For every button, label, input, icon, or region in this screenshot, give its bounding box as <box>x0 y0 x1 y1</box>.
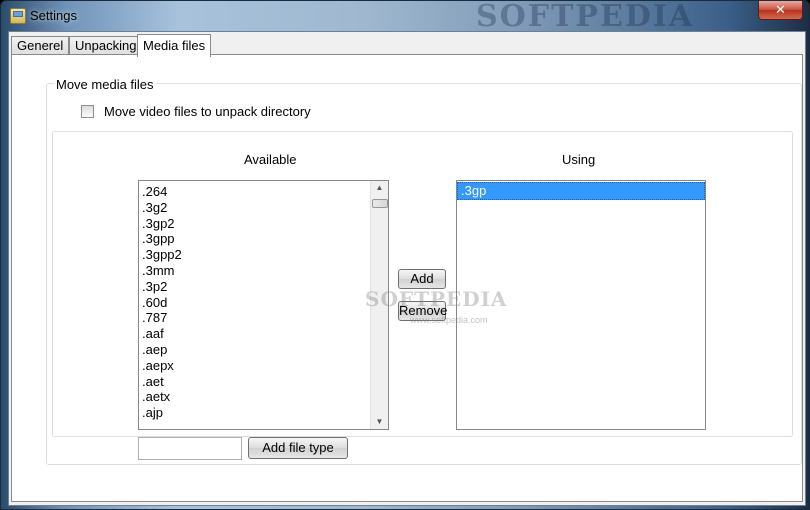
softpedia-watermark: SOFTPEDIA <box>476 0 695 34</box>
dialog-client-area: Generel Unpacking Media files Move media… <box>8 31 806 506</box>
media-files-panel: Move media files Move video files to unp… <box>11 54 803 502</box>
list-item[interactable]: .aetx <box>139 389 388 405</box>
scroll-down-icon[interactable]: ▼ <box>371 415 388 429</box>
tab-generel[interactable]: Generel <box>11 36 70 55</box>
list-item[interactable]: .3p2 <box>139 279 388 295</box>
move-video-files-label[interactable]: Move video files to unpack directory <box>104 104 311 119</box>
list-item[interactable]: .3gp2 <box>139 216 388 232</box>
list-item[interactable]: .ajp <box>139 405 388 421</box>
list-item[interactable]: .3mm <box>139 263 388 279</box>
list-item[interactable]: .aet <box>139 374 388 390</box>
close-button[interactable]: ✕ <box>758 1 803 20</box>
list-item[interactable]: .3gpp <box>139 231 388 247</box>
list-item[interactable]: .787 <box>139 310 388 326</box>
scroll-thumb[interactable] <box>372 199 388 208</box>
settings-window: Settings SOFTPEDIA ✕ Generel Unpacking M… <box>0 0 810 510</box>
list-item[interactable]: .3g2 <box>139 200 388 216</box>
list-item[interactable]: .aep <box>139 342 388 358</box>
group-title: Move media files <box>54 77 156 92</box>
tab-unpacking[interactable]: Unpacking <box>69 36 143 55</box>
move-video-files-checkbox[interactable] <box>81 105 94 118</box>
softpedia-center-watermark: SOFTPEDIA <box>365 287 508 311</box>
using-header: Using <box>562 152 596 167</box>
available-header: Available <box>244 152 297 167</box>
add-button[interactable]: Add <box>398 269 446 289</box>
title-bar[interactable]: Settings SOFTPEDIA ✕ <box>1 0 809 34</box>
available-list[interactable]: .264.3g2.3gp2.3gpp .3gpp2.3mm .3p2.60d .787… <box>138 180 389 430</box>
close-icon: ✕ <box>775 2 786 17</box>
list-item[interactable]: .60d <box>139 295 388 311</box>
list-item[interactable]: .3gp <box>457 182 705 200</box>
scroll-up-icon[interactable]: ▲ <box>371 181 388 195</box>
list-item[interactable]: .3gpp2 <box>139 247 388 263</box>
add-file-type-button[interactable]: Add file type <box>248 437 348 459</box>
tab-media-files[interactable]: Media files <box>137 34 212 57</box>
window-title: Settings <box>30 8 77 23</box>
softpedia-center-watermark-url: www.softpedia.com <box>410 315 488 325</box>
list-item[interactable]: .aepx <box>139 358 388 374</box>
file-type-input[interactable] <box>138 437 242 460</box>
list-item[interactable]: .aaf <box>139 326 388 342</box>
list-item[interactable]: .264 <box>139 184 388 200</box>
settings-app-icon <box>10 8 26 24</box>
